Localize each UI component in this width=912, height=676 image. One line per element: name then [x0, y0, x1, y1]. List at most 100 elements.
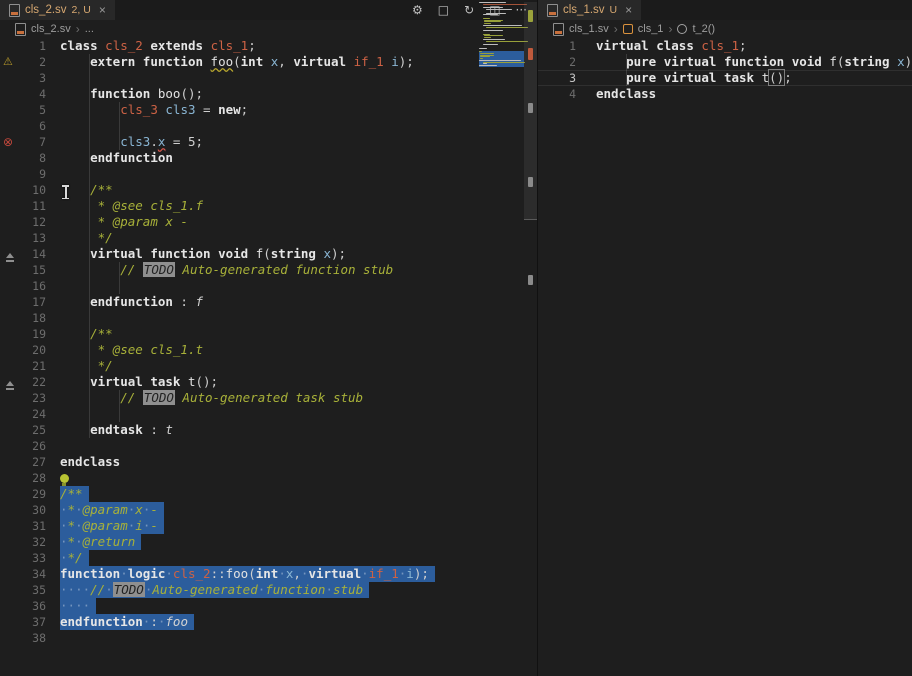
code-line[interactable]: 17 endfunction : f	[0, 294, 537, 310]
code-line[interactable]: 30·*·@param·x·-	[0, 502, 537, 518]
minimap-line	[480, 53, 494, 54]
tab-cls_2[interactable]: cls_2.sv 2, U ×	[0, 0, 115, 20]
code-line[interactable]: 25 endtask : t	[0, 422, 537, 438]
line-number: 5	[0, 102, 46, 118]
code-line[interactable]: 20 * @see cls_1.t	[0, 342, 537, 358]
code-line[interactable]: 4 function boo();	[0, 86, 537, 102]
line-number: 9	[0, 166, 46, 182]
tab-badge: 2, U	[72, 4, 91, 16]
line-number: 31	[0, 518, 46, 534]
tab-badge: U	[610, 4, 618, 16]
line-number: 19	[0, 326, 46, 342]
line-number: 29	[0, 486, 46, 502]
editor-group-right: cls_1.sv U × cls_1.sv › cls_1 › t_2() 1v…	[538, 0, 912, 676]
code-line[interactable]: 22 virtual task t();	[0, 374, 537, 390]
editor-group-left: cls_2.sv 2, U × ⚙ □ ↻ ◫ ··· cls_2.sv › .…	[0, 0, 538, 676]
line-number: 16	[0, 278, 46, 294]
tabbar-right: cls_1.sv U ×	[538, 0, 912, 20]
code-line[interactable]: 1class cls_2 extends cls_1;	[0, 38, 537, 54]
breadcrumb-file[interactable]: cls_1.sv	[569, 23, 609, 35]
tab-label: cls_2.sv	[25, 4, 67, 16]
vertical-scrollbar[interactable]	[524, 0, 537, 676]
line-number: 3	[538, 70, 576, 86]
code-line[interactable]: 7⊗ cls3.x = 5;	[0, 134, 537, 150]
code-line[interactable]: 19 /**	[0, 326, 537, 342]
warning-gutter-icon: ⚠	[3, 54, 17, 70]
tab-cls_1[interactable]: cls_1.sv U ×	[538, 0, 641, 20]
breadcrumb-symbol[interactable]: t_2()	[692, 23, 715, 35]
code-line[interactable]: 33·*/	[0, 550, 537, 566]
code-line[interactable]: 6	[0, 118, 537, 134]
breadcrumb-class[interactable]: cls_1	[638, 23, 664, 35]
breadcrumb: cls_1.sv › cls_1 › t_2()	[538, 20, 912, 38]
line-number: 34	[0, 566, 46, 582]
code-line[interactable]: 8 endfunction	[0, 150, 537, 166]
code-line[interactable]: 27endclass	[0, 454, 537, 470]
code-line[interactable]: 36····	[0, 598, 537, 614]
code-line[interactable]: 37endfunction·:·foo	[0, 614, 537, 630]
code-line[interactable]: 3	[0, 70, 537, 86]
line-number: 36	[0, 598, 46, 614]
code-line[interactable]: 34function·logic·cls_2::foo(int·x,·virtu…	[0, 566, 537, 582]
line-number: 3	[0, 70, 46, 86]
code-editor-right[interactable]: 1virtual class cls_1;2 pure virtual func…	[538, 38, 912, 676]
code-line[interactable]: 12 * @param x -	[0, 214, 537, 230]
overview-ruler-mark	[528, 48, 533, 60]
code-line[interactable]: 11 * @see cls_1.f	[0, 198, 537, 214]
code-line[interactable]: 2⚠ extern function foo(int x, virtual if…	[0, 54, 537, 70]
minimap-line	[483, 4, 527, 5]
breadcrumb: cls_2.sv › ...	[0, 20, 537, 38]
code-line[interactable]: 16	[0, 278, 537, 294]
editor-layout-icon[interactable]: □	[438, 3, 449, 17]
code-line[interactable]: 3 pure virtual task t();	[538, 70, 912, 86]
overview-ruler-mark	[528, 10, 533, 22]
line-number: 4	[0, 86, 46, 102]
code-line[interactable]: 26	[0, 438, 537, 454]
breadcrumb-more[interactable]: ...	[85, 23, 94, 35]
overview-ruler-mark	[528, 275, 533, 285]
line-number: 1	[0, 38, 46, 54]
code-line[interactable]: 10 /**	[0, 182, 537, 198]
file-icon	[9, 4, 20, 17]
minimap-line	[479, 60, 521, 61]
minimap[interactable]	[479, 2, 524, 74]
code-line[interactable]: 18	[0, 310, 537, 326]
code-line[interactable]: 14 virtual function void f(string x);	[0, 246, 537, 262]
minimap-line	[483, 30, 503, 31]
code-line[interactable]: 35····//·TODO·Auto-generated·function·st…	[0, 582, 537, 598]
code-line[interactable]: 21 */	[0, 358, 537, 374]
overview-ruler-mark	[528, 177, 533, 187]
code-line[interactable]: 1virtual class cls_1;	[538, 38, 912, 54]
minimap-line	[483, 18, 490, 19]
line-number: 20	[0, 342, 46, 358]
line-number: 13	[0, 230, 46, 246]
line-number: 32	[0, 534, 46, 550]
code-line[interactable]: 32·*·@return	[0, 534, 537, 550]
code-line[interactable]: 13 */	[0, 230, 537, 246]
line-number: 24	[0, 406, 46, 422]
close-icon[interactable]: ×	[625, 4, 632, 16]
minimap-line	[483, 44, 499, 45]
sync-icon[interactable]: ↻	[464, 3, 474, 17]
code-line[interactable]: 31·*·@param·i·-	[0, 518, 537, 534]
line-number: 25	[0, 422, 46, 438]
line-number: 17	[0, 294, 46, 310]
breadcrumb-file[interactable]: cls_2.sv	[31, 23, 71, 35]
minimap-line	[486, 41, 528, 42]
code-line[interactable]: 29/**	[0, 486, 537, 502]
lightbulb-icon[interactable]	[60, 474, 69, 483]
code-line[interactable]: 9	[0, 166, 537, 182]
code-line[interactable]: 4endclass	[538, 86, 912, 102]
settings-gear-icon[interactable]: ⚙	[412, 3, 423, 17]
line-number: 23	[0, 390, 46, 406]
code-line[interactable]: 5 cls_3 cls3 = new;	[0, 102, 537, 118]
code-line[interactable]: 15 // TODO Auto-generated function stub	[0, 262, 537, 278]
code-editor-left[interactable]: 1class cls_2 extends cls_1;2⚠ extern fun…	[0, 38, 537, 676]
close-icon[interactable]: ×	[99, 4, 106, 16]
code-line[interactable]: 28	[0, 470, 537, 486]
code-line[interactable]: 38	[0, 630, 537, 646]
line-number: 4	[538, 86, 576, 102]
code-line[interactable]: 23 // TODO Auto-generated task stub	[0, 390, 537, 406]
code-line[interactable]: 24	[0, 406, 537, 422]
code-line[interactable]: 2 pure virtual function void f(string x)…	[538, 54, 912, 70]
